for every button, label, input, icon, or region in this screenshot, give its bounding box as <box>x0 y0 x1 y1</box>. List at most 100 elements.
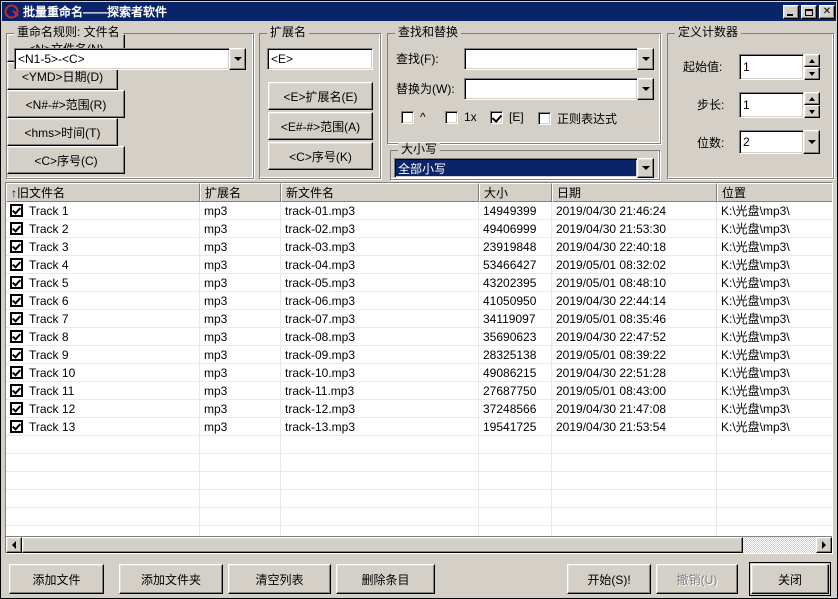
table-row[interactable]: Track 13 mp3 track-13.mp3 19541725 2019/04/3… <box>6 418 832 436</box>
checkbox-caret-box[interactable] <box>401 110 414 124</box>
add-file-button[interactable]: 添加文件 <box>9 564 104 594</box>
clear-list-button[interactable]: 清空列表 <box>228 564 331 594</box>
scroll-left-button[interactable] <box>6 537 22 553</box>
start-button[interactable]: 开始(S)! <box>567 564 651 594</box>
case-dropdown-button[interactable] <box>637 158 654 178</box>
row-checkbox[interactable] <box>10 294 23 307</box>
ext-token-range-button[interactable]: <E#-#>范围(A) <box>268 112 373 140</box>
table-row[interactable]: Track 1 mp3 track-01.mp3 14949399 2019/04/30… <box>6 202 832 220</box>
counter-step-up-button[interactable] <box>804 92 820 105</box>
delete-item-button[interactable]: 删除条目 <box>336 564 435 594</box>
ext-token-extension-button[interactable]: <E>扩展名(E) <box>268 82 373 110</box>
table-row[interactable]: Track 7 mp3 track-07.mp3 34119097 2019/05/01… <box>6 310 832 328</box>
table-row[interactable]: Track 8 mp3 track-08.mp3 35690623 2019/04/30… <box>6 328 832 346</box>
table-row[interactable]: Track 2 mp3 track-02.mp3 49406999 2019/04/30… <box>6 220 832 238</box>
table-row[interactable]: Track 12 mp3 track-12.mp3 37248566 2019/04/3… <box>6 400 832 418</box>
checkbox-regex-box[interactable] <box>538 112 551 125</box>
rename-rule-combo[interactable]: <N1-5>-<C> <box>14 48 246 70</box>
close-button[interactable]: ✕ <box>819 4 835 19</box>
checkbox-e[interactable]: [E] <box>490 110 524 124</box>
chevron-down-icon <box>809 109 815 114</box>
row-checkbox[interactable] <box>10 258 23 271</box>
counter-start-input[interactable]: 1 <box>739 54 804 80</box>
cell-loc: K:\光盘\mp3\ <box>717 346 832 364</box>
scroll-track[interactable] <box>22 537 816 553</box>
counter-step-spinner[interactable]: 1 <box>739 92 820 118</box>
row-checkbox[interactable] <box>10 222 23 235</box>
token-time-button[interactable]: <hms>时间(T) <box>7 118 118 146</box>
row-checkbox[interactable] <box>10 240 23 253</box>
replace-combo[interactable] <box>464 78 654 100</box>
table-row-empty[interactable] <box>6 454 832 472</box>
row-checkbox[interactable] <box>10 348 23 361</box>
column-header-3[interactable]: 大小 <box>479 183 552 202</box>
cell-loc: K:\光盘\mp3\ <box>717 292 832 310</box>
case-selected-value[interactable]: 全部小写 <box>394 158 638 178</box>
counter-start-down-button[interactable] <box>804 67 820 80</box>
counter-start-spinner[interactable]: 1 <box>739 54 820 80</box>
row-checkbox[interactable] <box>10 402 23 415</box>
table-row[interactable]: Track 9 mp3 track-09.mp3 28325138 2019/05/01… <box>6 346 832 364</box>
table-row-empty[interactable] <box>6 490 832 508</box>
row-checkbox[interactable] <box>10 366 23 379</box>
checkbox-regex[interactable]: 正则表达式 <box>538 110 617 127</box>
counter-step-spin-buttons[interactable] <box>804 92 820 118</box>
ext-token-counter-button[interactable]: <C>序号(K) <box>268 142 373 170</box>
checkbox-1x-box[interactable] <box>445 110 458 124</box>
add-folder-button[interactable]: 添加文件夹 <box>119 564 223 594</box>
replace-dropdown-button[interactable] <box>637 78 654 100</box>
file-list-rows[interactable]: Track 1 mp3 track-01.mp3 14949399 2019/04/30… <box>6 202 832 536</box>
scroll-thumb[interactable] <box>22 537 743 553</box>
counter-digits-combo[interactable]: 2 <box>739 130 820 154</box>
row-checkbox[interactable] <box>10 204 23 217</box>
find-replace-legend: 查找和替换 <box>395 26 462 38</box>
column-header-1[interactable]: 扩展名 <box>200 183 281 202</box>
counter-digits-value[interactable]: 2 <box>739 130 804 154</box>
table-row-empty[interactable] <box>6 472 832 490</box>
find-input[interactable] <box>464 48 638 70</box>
table-row[interactable]: Track 6 mp3 track-06.mp3 41050950 2019/04/30… <box>6 292 832 310</box>
rename-rule-dropdown-button[interactable] <box>229 48 246 70</box>
row-checkbox[interactable] <box>10 276 23 289</box>
column-header-0[interactable]: ↑旧文件名 <box>6 183 200 202</box>
table-row-empty[interactable] <box>6 526 832 536</box>
extension-input[interactable]: <E> <box>267 48 373 70</box>
table-row[interactable]: Track 10 mp3 track-10.mp3 49086215 2019/04/3… <box>6 364 832 382</box>
table-row[interactable]: Track 4 mp3 track-04.mp3 53466427 2019/05/01… <box>6 256 832 274</box>
find-dropdown-button[interactable] <box>637 48 654 70</box>
counter-digits-dropdown-button[interactable] <box>803 130 820 154</box>
rename-rule-input[interactable]: <N1-5>-<C> <box>14 48 230 70</box>
column-header-2[interactable]: 新文件名 <box>281 183 479 202</box>
maximize-button[interactable] <box>801 4 817 19</box>
replace-input[interactable] <box>464 78 638 100</box>
find-combo[interactable] <box>464 48 654 70</box>
token-counter-button[interactable]: <C>序号(C) <box>7 146 125 174</box>
checkbox-caret[interactable]: ^ <box>401 110 426 124</box>
table-row-empty[interactable] <box>6 508 832 526</box>
table-row-empty[interactable] <box>6 436 832 454</box>
horizontal-scrollbar[interactable] <box>6 536 832 553</box>
counter-start-up-button[interactable] <box>804 54 820 67</box>
token-range-button[interactable]: <N#-#>范围(R) <box>7 90 125 118</box>
counter-step-input[interactable]: 1 <box>739 92 804 118</box>
cell-new: track-08.mp3 <box>281 328 479 346</box>
counter-step-down-button[interactable] <box>804 105 820 118</box>
column-header-5[interactable]: 位置 <box>717 183 832 202</box>
file-list[interactable]: ↑旧文件名 扩展名 新文件名 大小 日期 位置 Track 1 mp3 track-01.mp… <box>5 182 833 554</box>
row-checkbox[interactable] <box>10 420 23 433</box>
checkbox-e-box[interactable] <box>490 110 503 124</box>
table-row[interactable]: Track 11 mp3 track-11.mp3 27687750 2019/05/0… <box>6 382 832 400</box>
counter-start-spin-buttons[interactable] <box>804 54 820 80</box>
minimize-button[interactable] <box>783 4 799 19</box>
table-row[interactable]: Track 3 mp3 track-03.mp3 23919848 2019/04/30… <box>6 238 832 256</box>
scroll-right-button[interactable] <box>816 537 832 553</box>
row-checkbox[interactable] <box>10 312 23 325</box>
row-checkbox[interactable] <box>10 384 23 397</box>
row-checkbox[interactable] <box>10 330 23 343</box>
column-header-4[interactable]: 日期 <box>552 183 717 202</box>
checkbox-1x[interactable]: 1x <box>445 110 477 124</box>
cell-ext: mp3 <box>200 256 281 274</box>
case-combo[interactable]: 全部小写 <box>394 158 654 178</box>
close-dialog-button[interactable]: 关闭 <box>749 562 831 596</box>
table-row[interactable]: Track 5 mp3 track-05.mp3 43202395 2019/05/01… <box>6 274 832 292</box>
